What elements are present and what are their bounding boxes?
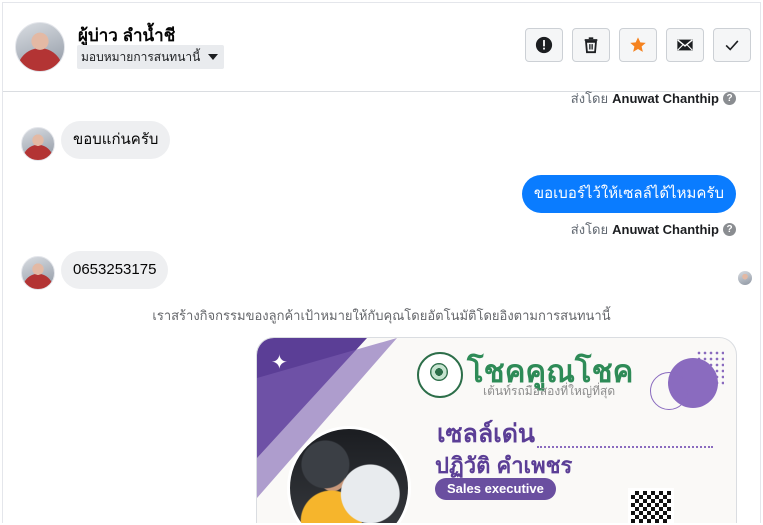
star-button[interactable]	[619, 28, 657, 62]
message-thread[interactable]: ส่งโดย Anuwat Chanthip ? ขอบแก่นครับ ขอเ…	[3, 91, 760, 523]
sent-by-label: ส่งโดย Anuwat Chanthip ?	[571, 88, 736, 109]
caret-down-icon	[208, 54, 219, 60]
agent-name: Anuwat Chanthip	[612, 222, 719, 237]
star-icon	[630, 37, 646, 52]
sent-by-prefix: ส่งโดย	[570, 91, 609, 106]
decorative-ring	[650, 372, 688, 410]
check-icon	[725, 40, 739, 51]
delete-button[interactable]	[572, 28, 610, 62]
help-icon[interactable]: ?	[723, 92, 736, 105]
sent-by-prefix: ส่งโดย	[570, 222, 609, 237]
qr-code	[628, 488, 674, 523]
agent-name: Anuwat Chanthip	[612, 91, 719, 106]
contact-avatar-small[interactable]	[21, 127, 55, 161]
mark-done-button[interactable]	[713, 28, 751, 62]
mark-unread-button[interactable]	[666, 28, 704, 62]
inbox-conversation-panel: ผู้บ่าว ลำน้ำชี มอบหมายการสนทนานี้ ส่งโด…	[2, 2, 761, 523]
mark-spam-button[interactable]	[525, 28, 563, 62]
sent-by-label: ส่งโดย Anuwat Chanthip ?	[571, 219, 736, 240]
conversation-actions	[525, 28, 751, 62]
incoming-message[interactable]: ขอบแก่นครับ	[61, 121, 171, 159]
sparkle-icon: ✦	[271, 352, 288, 374]
mail-icon	[677, 39, 693, 51]
contact-avatar-small[interactable]	[21, 256, 55, 290]
outgoing-message[interactable]: ขอเบอร์ไว้ให้เซลล์ได้ไหมครับ	[521, 175, 736, 213]
assign-conversation-label: มอบหมายการสนทนานี้	[81, 50, 201, 64]
card-role-badge: Sales executive	[435, 478, 556, 500]
trash-icon	[584, 37, 598, 54]
help-icon[interactable]: ?	[723, 223, 736, 236]
alert-icon	[535, 36, 553, 54]
image-attachment[interactable]: ✦ โชคคูณโชค เต้นท์รถมือสองที่ใหญ่ที่สุด …	[256, 337, 737, 523]
incoming-message[interactable]: 0653253175	[61, 251, 169, 289]
contact-avatar[interactable]	[15, 22, 65, 72]
conversation-header: ผู้บ่าว ลำน้ำชี มอบหมายการสนทนานี้	[3, 3, 760, 92]
system-note: เราสร้างกิจกรรมของลูกค้าเป้าหมายให้กับคุ…	[152, 308, 611, 323]
brand-logo	[417, 352, 463, 398]
card-tagline: เต้นท์รถมือสองที่ใหญ่ที่สุด	[483, 384, 616, 398]
assign-conversation-dropdown[interactable]: มอบหมายการสนทนานี้	[77, 45, 225, 69]
seen-indicator-avatar	[738, 271, 752, 285]
